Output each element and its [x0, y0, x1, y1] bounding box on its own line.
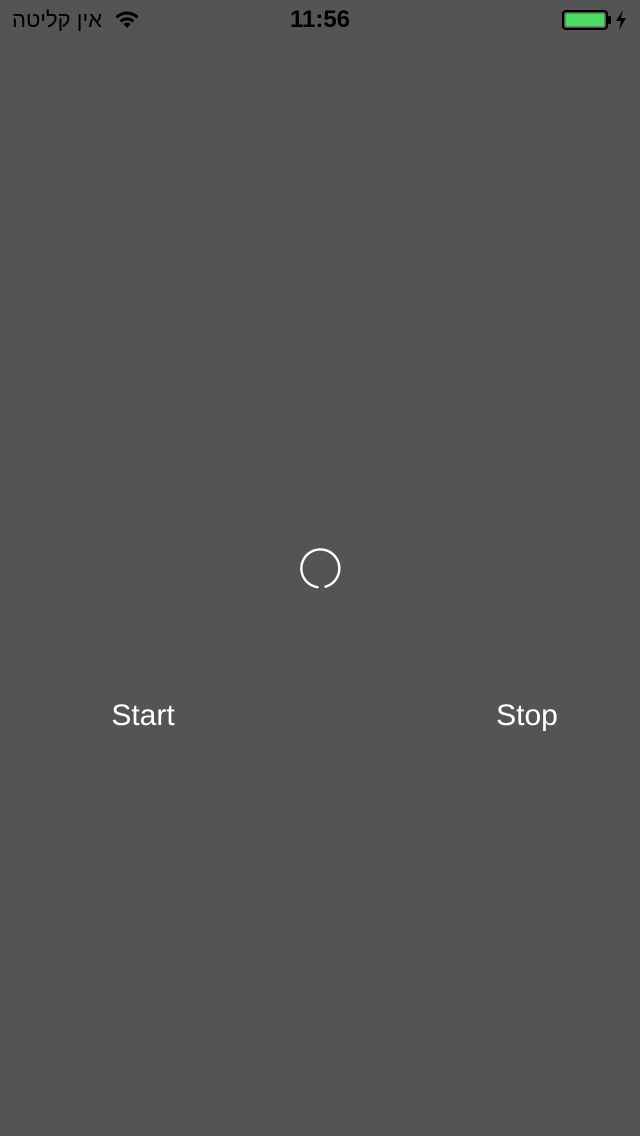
app-screen: אין קליטה 11:56 Start Stop: [0, 0, 640, 1136]
stop-button[interactable]: Stop: [490, 694, 564, 738]
status-bar: אין קליטה 11:56: [0, 0, 640, 40]
start-button[interactable]: Start: [106, 694, 180, 738]
spinner-icon: [300, 548, 341, 589]
charging-bolt-icon: [616, 10, 626, 30]
status-time: 11:56: [289, 6, 351, 33]
battery-icon: [562, 10, 611, 30]
